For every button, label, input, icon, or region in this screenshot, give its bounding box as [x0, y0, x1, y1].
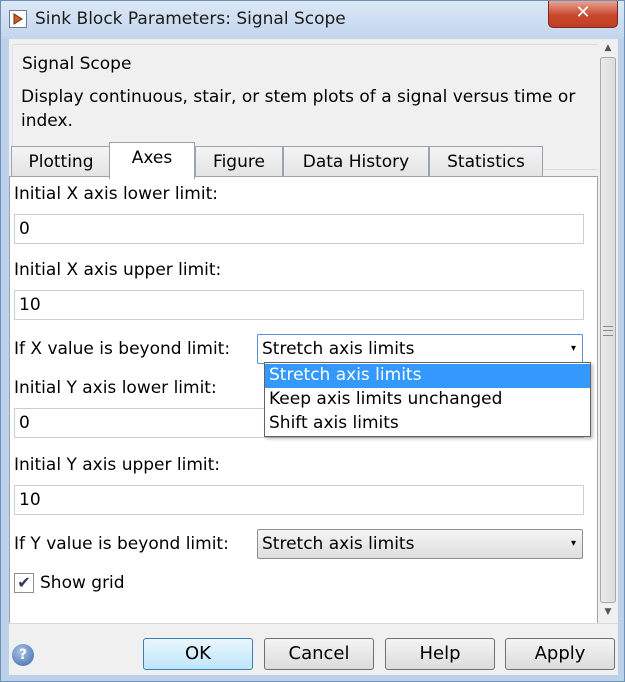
y-beyond-limit-select[interactable]: Stretch axis limits ▾: [257, 529, 583, 559]
vertical-scrollbar[interactable]: ▲ ▼: [598, 39, 618, 623]
chevron-down-icon: ▾: [570, 538, 576, 549]
window-title: Sink Block Parameters: Signal Scope: [35, 9, 346, 29]
title-bar[interactable]: Sink Block Parameters: Signal Scope ✕: [1, 1, 624, 39]
chevron-down-icon: ▾: [570, 343, 576, 354]
tab-figure[interactable]: Figure: [195, 146, 283, 178]
tab-strip: Plotting Axes Figure Data History Statis…: [9, 142, 609, 179]
cancel-button[interactable]: Cancel: [264, 638, 374, 670]
option-shift-axis-limits[interactable]: Shift axis limits: [265, 412, 590, 436]
y-upper-limit-label: Initial Y axis upper limit:: [14, 455, 221, 475]
help-button[interactable]: Help: [385, 638, 495, 670]
option-stretch-axis-limits[interactable]: Stretch axis limits: [265, 364, 590, 388]
x-upper-limit-label: Initial X axis upper limit:: [14, 260, 222, 280]
close-button[interactable]: ✕: [548, 1, 618, 28]
dialog-client-area: Signal Scope Display continuous, stair, …: [9, 39, 618, 675]
show-grid-checkbox[interactable]: ✔: [14, 573, 34, 593]
checkmark-icon: ✔: [17, 573, 31, 592]
y-upper-limit-field[interactable]: 10: [14, 485, 584, 515]
x-beyond-limit-value: Stretch axis limits: [262, 339, 415, 359]
tab-plotting[interactable]: Plotting: [11, 146, 111, 178]
x-upper-limit-field[interactable]: 10: [14, 290, 584, 320]
button-bar: ? OK Cancel Help Apply: [9, 623, 618, 675]
scroll-up-icon[interactable]: ▲: [598, 39, 618, 57]
block-description: Display continuous, stair, or stem plots…: [21, 87, 576, 131]
tab-axes[interactable]: Axes: [109, 142, 195, 179]
x-beyond-limit-dropdown-list: Stretch axis limits Keep axis limits unc…: [264, 362, 591, 437]
y-beyond-limit-label: If Y value is beyond limit:: [14, 534, 229, 554]
dialog-window: Sink Block Parameters: Signal Scope ✕ Si…: [0, 0, 625, 682]
close-icon: ✕: [575, 2, 591, 23]
x-beyond-limit-label: If X value is beyond limit:: [14, 339, 231, 359]
x-beyond-limit-select[interactable]: Stretch axis limits ▾: [257, 334, 583, 364]
option-keep-axis-limits-unchanged[interactable]: Keep axis limits unchanged: [265, 388, 590, 412]
x-lower-limit-label: Initial X axis lower limit:: [14, 184, 218, 204]
grip-icon: [603, 326, 613, 336]
scrollbar-thumb[interactable]: [600, 57, 616, 603]
scroll-down-icon[interactable]: ▼: [598, 603, 618, 621]
y-lower-limit-label: Initial Y axis lower limit:: [14, 378, 217, 398]
apply-button[interactable]: Apply: [505, 638, 615, 670]
tab-data-history[interactable]: Data History: [283, 146, 429, 178]
group-title: Signal Scope: [22, 54, 132, 74]
show-grid-label[interactable]: Show grid: [40, 573, 125, 593]
ok-button[interactable]: OK: [143, 638, 253, 670]
simulink-block-icon: [9, 10, 27, 28]
tab-statistics[interactable]: Statistics: [429, 146, 543, 178]
help-icon[interactable]: ?: [12, 644, 34, 666]
y-beyond-limit-value: Stretch axis limits: [262, 534, 415, 554]
x-lower-limit-field[interactable]: 0: [14, 214, 584, 244]
